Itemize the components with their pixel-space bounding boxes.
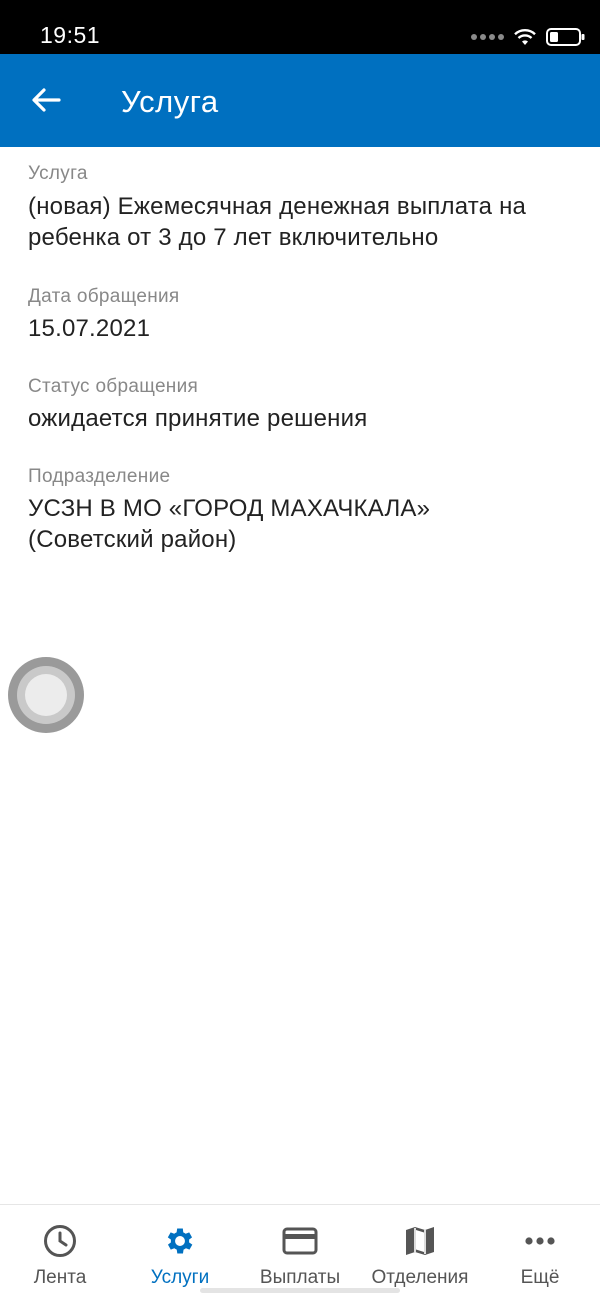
status-bar: 19:51	[0, 0, 600, 54]
signal-icon	[471, 34, 504, 40]
date-field: Дата обращения 15.07.2021	[28, 286, 180, 344]
department-value: УСЗН В МО «ГОРОД МАХАЧКАЛА» (Советский р…	[28, 495, 431, 553]
status-icons	[471, 24, 586, 50]
date-label: Дата обращения	[28, 286, 180, 307]
date-value: 15.07.2021	[28, 315, 151, 342]
tab-feed[interactable]: Лента	[0, 1205, 120, 1298]
bottom-nav: Лента Услуги Выплаты Отделения Ещё	[0, 1204, 600, 1298]
status-field: Статус обращения ожидается принятие реше…	[28, 376, 367, 434]
tab-departments-label: Отделения	[371, 1267, 469, 1288]
clock-icon	[44, 1225, 76, 1257]
service-label: Услуга	[28, 163, 88, 184]
department-field: Подразделение УСЗН В МО «ГОРОД МАХАЧКАЛА…	[28, 466, 498, 555]
arrow-left-icon	[32, 88, 61, 112]
department-label: Подразделение	[28, 466, 171, 487]
service-field: Услуга (новая) Ежемесячная денежная выпл…	[28, 163, 578, 253]
card-icon	[282, 1227, 318, 1255]
page-title: Услуга	[121, 84, 219, 119]
tab-more[interactable]: Ещё	[480, 1205, 600, 1298]
assistive-touch-button[interactable]	[8, 657, 84, 733]
back-button[interactable]	[24, 78, 68, 122]
gear-icon	[167, 1228, 193, 1254]
tab-services-label: Услуги	[150, 1267, 210, 1288]
battery-icon	[546, 28, 585, 46]
map-icon	[406, 1227, 434, 1255]
wifi-icon	[514, 28, 536, 45]
tab-departments[interactable]: Отделения	[360, 1205, 480, 1298]
service-value: (новая) Ежемесячная денежная выплата на …	[28, 193, 527, 251]
tab-more-label: Ещё	[520, 1267, 560, 1288]
status-label: Статус обращения	[28, 376, 199, 397]
status-value: ожидается принятие решения	[28, 405, 368, 432]
tab-feed-label: Лента	[33, 1267, 87, 1288]
tab-services[interactable]: Услуги	[120, 1205, 240, 1298]
tab-payments[interactable]: Выплаты	[240, 1205, 360, 1298]
tab-payments-label: Выплаты	[259, 1267, 341, 1288]
app-bar: Услуга	[0, 54, 600, 147]
home-indicator	[200, 1288, 400, 1293]
status-time: 19:51	[40, 22, 101, 48]
more-icon	[525, 1237, 555, 1245]
